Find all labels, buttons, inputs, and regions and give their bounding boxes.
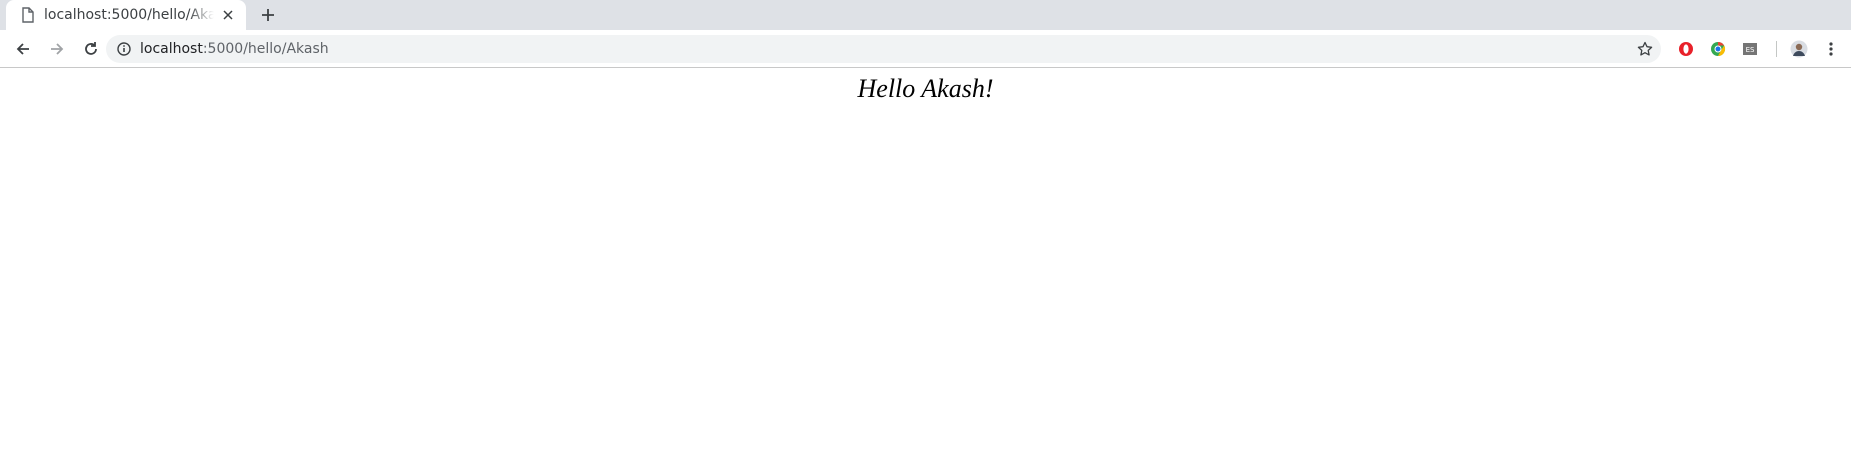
browser-window: localhost:5000/hello/Akash localhost:500… [0,0,1851,450]
close-icon[interactable] [220,7,236,23]
browser-toolbar: localhost:5000/hello/Akash ES [0,30,1851,68]
tab-title: localhost:5000/hello/Akash [44,7,214,23]
url-path: :5000/hello/Akash [202,41,329,57]
address-bar[interactable]: localhost:5000/hello/Akash [106,35,1661,63]
url-text: localhost:5000/hello/Akash [140,41,329,57]
arrow-back-icon[interactable] [9,35,37,63]
extensions-area: ES [1672,35,1849,63]
reload-icon[interactable] [77,35,105,63]
document-icon [20,7,36,23]
kebab-menu-icon[interactable] [1817,35,1845,63]
url-host: localhost [140,41,203,57]
info-icon[interactable] [116,41,132,57]
red-extension-icon[interactable] [1672,35,1700,63]
page-content: Hello Akash! [0,68,1851,450]
es-extension-label: ES [1746,46,1755,54]
star-icon[interactable] [1637,41,1653,57]
toolbar-separator [1776,41,1777,57]
chrome-style-extension-icon[interactable] [1704,35,1732,63]
greeting-heading: Hello Akash! [857,74,994,103]
es-extension-icon[interactable]: ES [1736,35,1764,63]
avatar[interactable] [1785,35,1813,63]
plus-icon[interactable] [256,3,280,27]
arrow-forward-icon[interactable] [43,35,71,63]
tab-strip: localhost:5000/hello/Akash [0,0,1851,30]
tab-active[interactable]: localhost:5000/hello/Akash [6,0,246,30]
